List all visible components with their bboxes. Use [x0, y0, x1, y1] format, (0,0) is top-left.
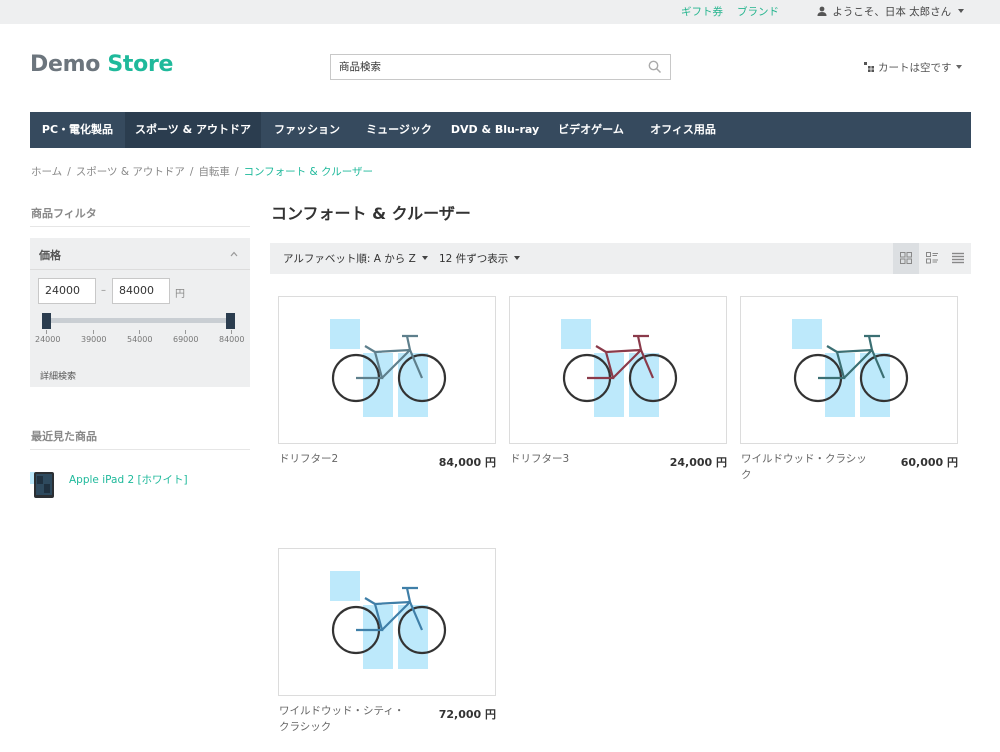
price-range-dash: –: [101, 285, 106, 296]
product-price: 60,000 円: [900, 456, 958, 469]
filter-heading: 商品フィルタ: [31, 207, 97, 220]
divider: [30, 226, 250, 227]
slider-tick-label: 69000: [173, 335, 199, 344]
small-list-view-button[interactable]: [919, 243, 945, 274]
user-greeting: ようこそ、日本 太郎さん: [832, 6, 952, 18]
slider-tick-label: 84000: [219, 335, 245, 344]
list-detail-view-icon: [926, 252, 938, 264]
price-filter-title: 価格: [39, 249, 61, 262]
recent-item-name[interactable]: Apple iPad 2 [ホワイト]: [69, 472, 188, 487]
list-view-button[interactable]: [945, 243, 971, 274]
logo-store: Store: [107, 52, 174, 77]
slider-tick: [139, 330, 140, 334]
user-icon: [817, 6, 827, 16]
product-card[interactable]: [278, 548, 496, 696]
recent-items-heading: 最近見た商品: [31, 430, 97, 443]
breadcrumb-separator: /: [189, 166, 194, 178]
list-view-icon: [952, 252, 964, 264]
bicycle-image: [330, 571, 447, 669]
divider: [30, 449, 250, 450]
breadcrumb-bicycles[interactable]: 自転車: [198, 166, 230, 178]
cart-menu[interactable]: カートは空です: [864, 60, 962, 75]
product-price: 84,000 円: [438, 456, 496, 469]
sort-label: アルファベット順: A から Z: [283, 253, 416, 265]
price-unit: 円: [175, 289, 185, 300]
product-name[interactable]: ドリフター2: [279, 451, 419, 467]
bicycle-image: [561, 319, 678, 417]
slider-tick-label: 39000: [81, 335, 107, 344]
nav-item-video-games[interactable]: ビデオゲーム: [545, 112, 637, 148]
price-slider-min-handle[interactable]: [42, 313, 51, 329]
breadcrumb-current: コンフォート & クルーザー: [243, 166, 374, 178]
ipad-thumbnail: [30, 472, 54, 498]
nav-item-music[interactable]: ミュージック: [353, 112, 445, 148]
slider-tick: [93, 330, 94, 334]
user-menu[interactable]: ようこそ、日本 太郎さん: [817, 4, 964, 19]
top-bar: ギフト券 ブランド ようこそ、日本 太郎さん: [0, 0, 1000, 24]
product-name[interactable]: ワイルドウッド・クラシック: [741, 451, 869, 483]
page-title: コンフォート & クルーザー: [271, 204, 471, 223]
search-icon[interactable]: [648, 60, 662, 74]
grid-view-icon: [900, 252, 912, 264]
chevron-down-icon: [421, 256, 428, 260]
price-min-input[interactable]: 24000: [38, 278, 96, 304]
listing-toolbar: アルファベット順: A から Z 12 件ずつ表示: [270, 243, 971, 274]
nav-item-office[interactable]: オフィス用品: [637, 112, 729, 148]
cart-label: カートは空です: [878, 62, 952, 74]
store-logo[interactable]: Demo Store: [30, 52, 173, 77]
per-page-label: 12 件ずつ表示: [439, 253, 509, 265]
brand-link[interactable]: ブランド: [737, 4, 779, 19]
logo-demo: Demo: [30, 52, 101, 77]
price-filter-panel: 価格: [30, 238, 250, 387]
nav-item-dvd[interactable]: DVD & Blu-ray: [445, 112, 545, 148]
product-name[interactable]: ワイルドウッド・シティ・クラシック: [279, 703, 407, 735]
slider-tick-label: 54000: [127, 335, 153, 344]
price-slider-max-handle[interactable]: [226, 313, 235, 329]
product-card[interactable]: [509, 296, 727, 444]
product-card[interactable]: [278, 296, 496, 444]
cart-grid-icon: [864, 62, 874, 72]
search-box: [330, 54, 671, 80]
grid-view-button[interactable]: [893, 243, 919, 274]
chevron-down-icon: [955, 65, 962, 69]
advanced-search-link[interactable]: 詳細検索: [40, 369, 76, 382]
slider-tick-label: 24000: [35, 335, 61, 344]
price-filter-header[interactable]: 価格: [30, 238, 250, 270]
search-input[interactable]: [331, 55, 631, 79]
bicycle-image: [330, 319, 447, 417]
chevron-down-icon: [514, 256, 521, 260]
nav-item-sports[interactable]: スポーツ & アウトドア: [125, 112, 261, 148]
chevron-down-icon: [957, 9, 964, 13]
product-price: 72,000 円: [438, 708, 496, 721]
breadcrumb-home[interactable]: ホーム: [31, 166, 62, 178]
slider-tick: [185, 330, 186, 334]
chevron-up-icon: [230, 251, 238, 257]
category-nav: PC・電化製品 スポーツ & アウトドア ファッション ミュージック DVD &…: [30, 112, 971, 148]
sort-dropdown[interactable]: アルファベット順: A から Z: [283, 251, 428, 266]
breadcrumb-sports[interactable]: スポーツ & アウトドア: [76, 166, 185, 178]
price-slider-track[interactable]: [46, 318, 232, 323]
breadcrumb-separator: /: [234, 166, 239, 178]
breadcrumb-separator: /: [67, 166, 71, 178]
slider-tick: [231, 330, 232, 334]
product-name[interactable]: ドリフター3: [510, 451, 650, 467]
product-price: 24,000 円: [669, 456, 727, 469]
nav-item-fashion[interactable]: ファッション: [261, 112, 353, 148]
slider-tick: [46, 330, 47, 334]
breadcrumb: ホーム / スポーツ & アウトドア / 自転車 / コンフォート & クルーザー: [31, 164, 373, 179]
nav-item-pc[interactable]: PC・電化製品: [30, 112, 125, 148]
gift-card-link[interactable]: ギフト券: [681, 4, 723, 19]
product-card[interactable]: [740, 296, 958, 444]
per-page-dropdown[interactable]: 12 件ずつ表示: [439, 251, 521, 266]
price-max-input[interactable]: 84000: [112, 278, 170, 304]
bicycle-image: [792, 319, 909, 417]
